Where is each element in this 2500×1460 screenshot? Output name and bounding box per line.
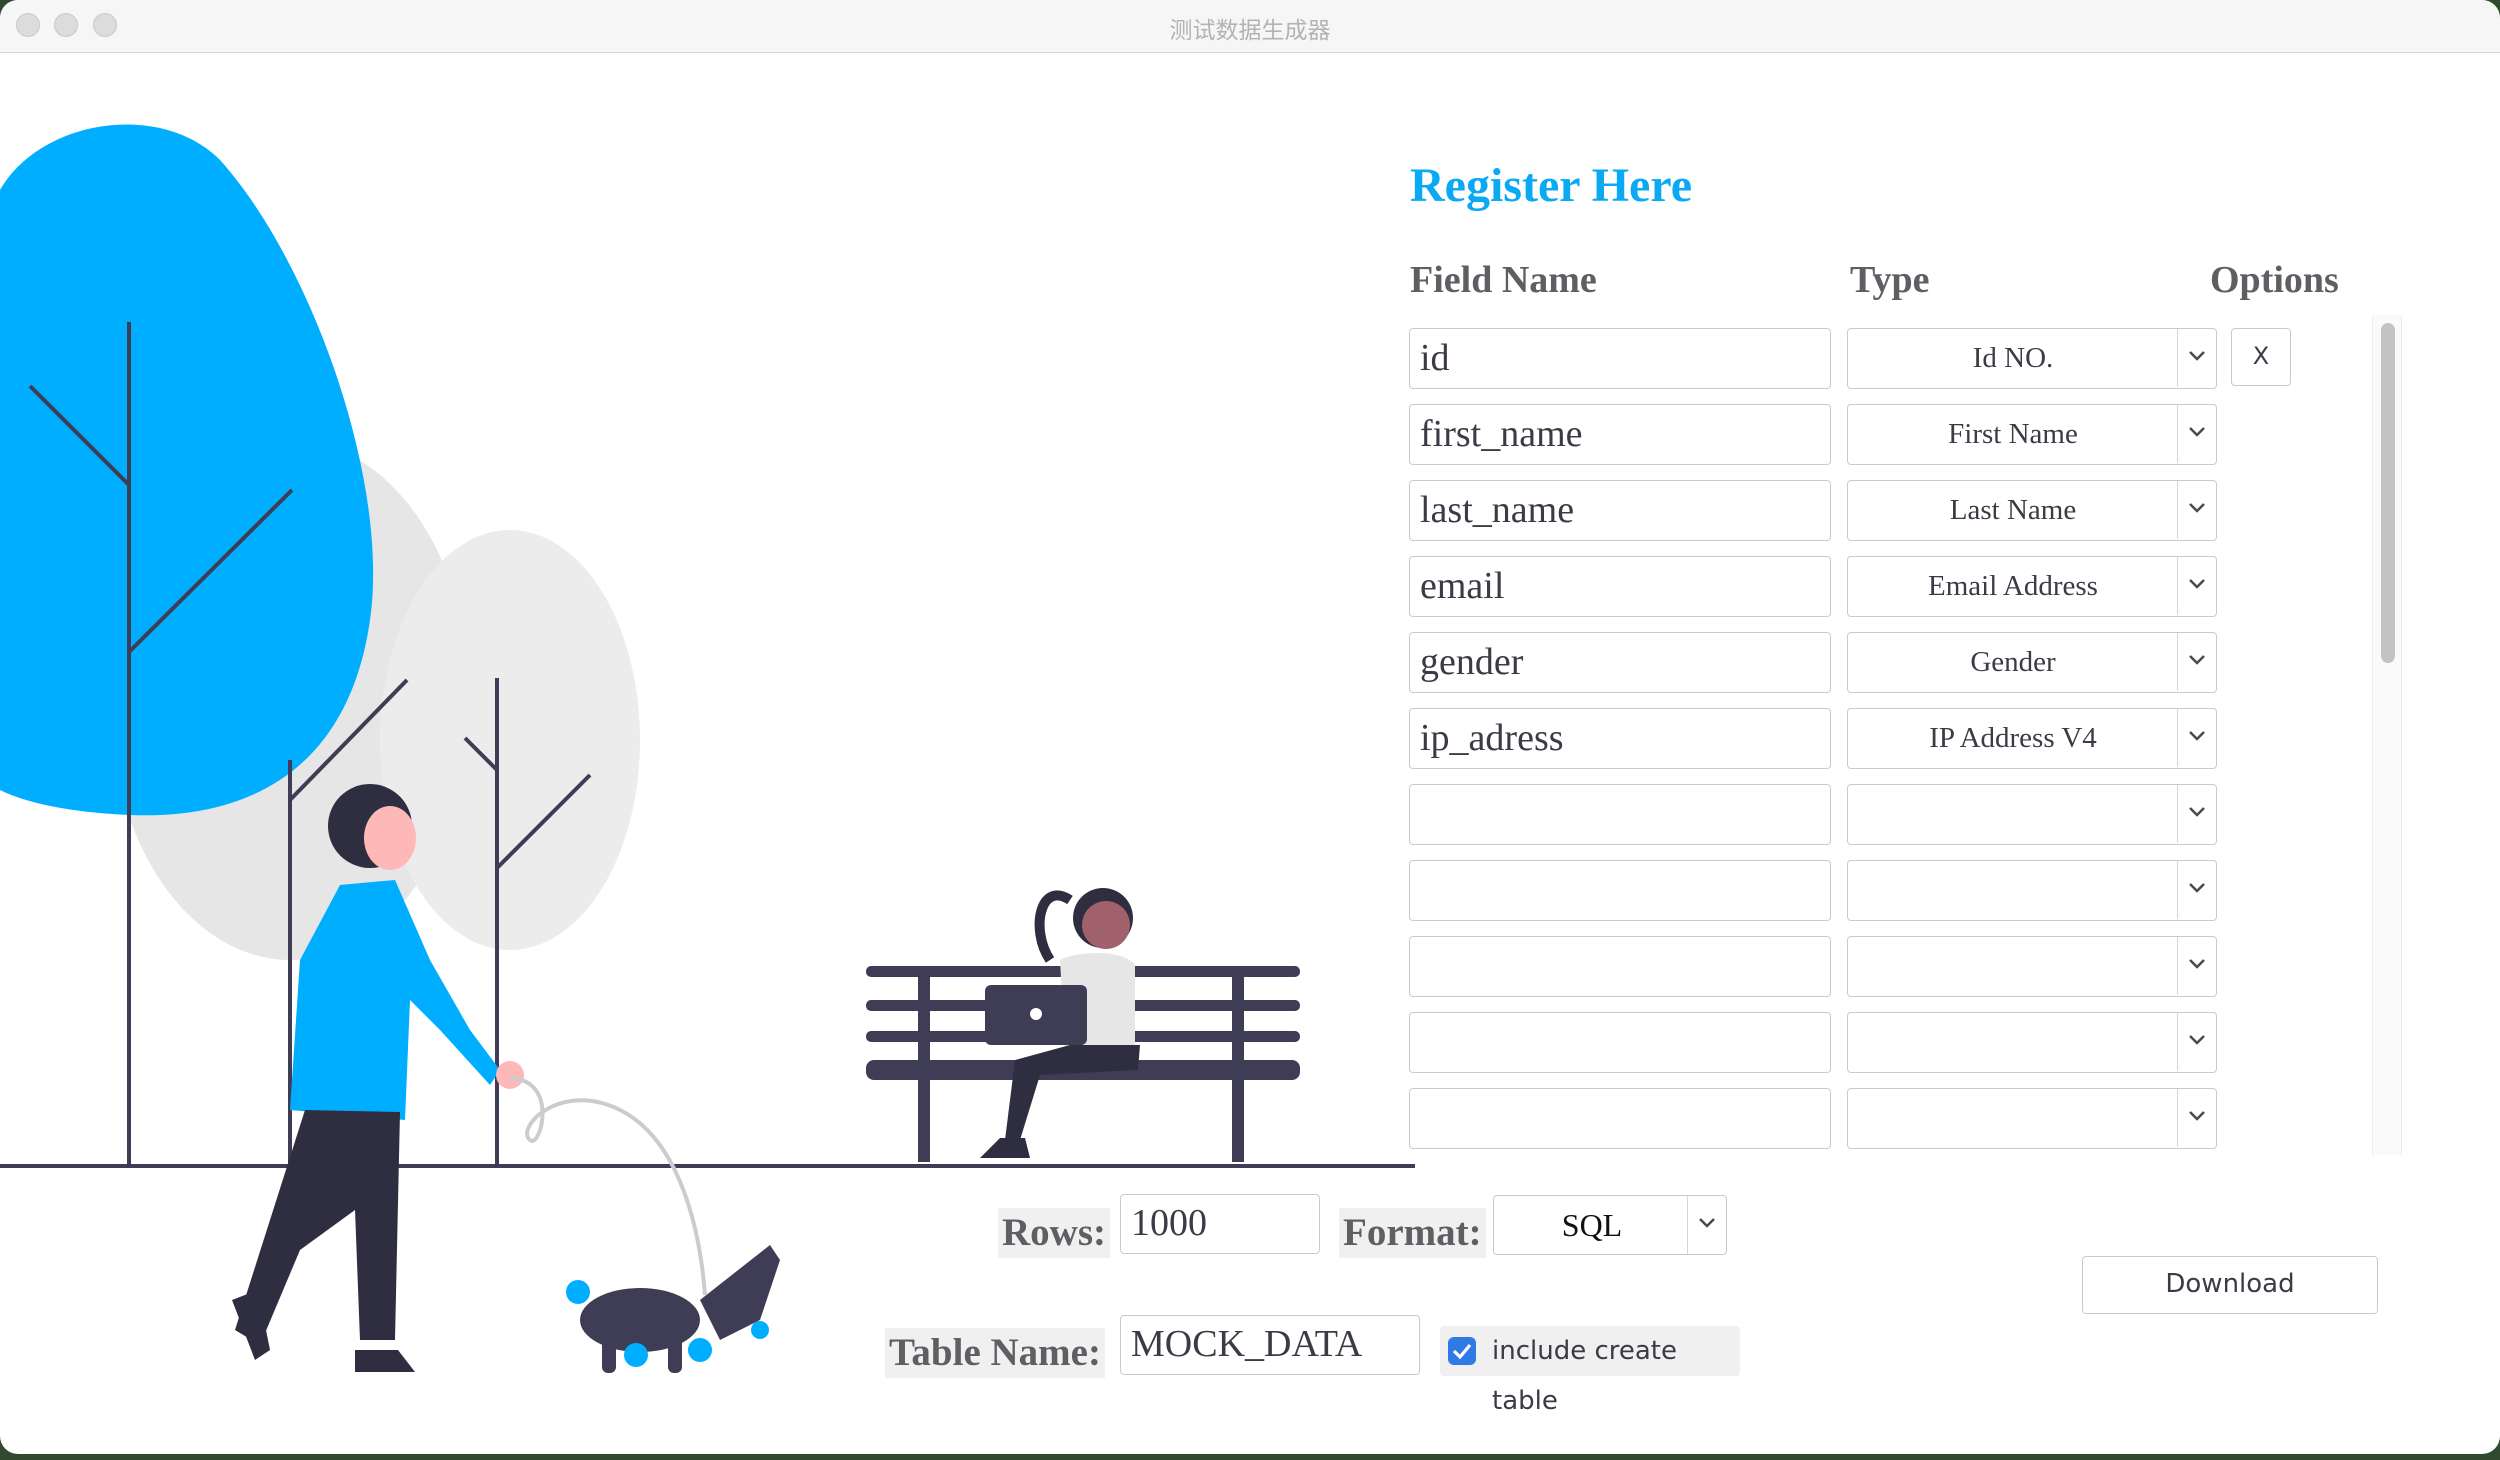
type-select-value: IP Address V4 [1929,722,2097,754]
scrollbar-thumb[interactable] [2381,323,2395,663]
title-bar: 测试数据生成器 [0,0,2500,53]
include-create-table-option[interactable]: include create table [1440,1326,1740,1416]
field-row: email Email Address [1409,556,2329,618]
type-select[interactable]: IP Address V4 [1847,708,2217,769]
type-select[interactable] [1847,860,2217,921]
type-select-value: Gender [1970,646,2056,678]
type-select[interactable] [1847,1088,2217,1149]
field-row: first_name First Name [1409,404,2329,466]
chevron-down-icon [1687,1196,1726,1254]
chevron-down-icon [2177,861,2216,919]
field-row [1409,1012,2329,1074]
table-name-input[interactable]: MOCK_DATA [1120,1315,1420,1375]
field-name-input[interactable]: email [1409,556,1831,617]
chevron-down-icon [2177,709,2216,767]
app-window: 测试数据生成器 Register Here Field Name Type Op… [0,0,2500,1454]
tree-foliage-blue [0,124,374,816]
field-name-input[interactable] [1409,784,1831,845]
field-name-input[interactable] [1409,1088,1831,1149]
type-select[interactable]: First Name [1847,404,2217,465]
field-name-input[interactable]: last_name [1409,480,1831,541]
chevron-down-icon [2177,937,2216,995]
chevron-down-icon [2177,633,2216,691]
format-select-value: SQL [1561,1207,1623,1243]
field-name-input[interactable] [1409,1012,1831,1073]
format-select[interactable]: SQL [1493,1195,1727,1255]
chevron-down-icon [2177,1089,2216,1147]
type-select-value: Id NO. [1972,342,2054,374]
sitting-person [980,888,1140,1158]
type-select-value: Email Address [1928,570,2098,602]
type-select[interactable] [1847,1012,2217,1073]
chevron-down-icon [2177,481,2216,539]
remove-row-button[interactable]: X [2231,328,2291,386]
type-select[interactable] [1847,784,2217,845]
type-select[interactable]: Id NO. [1847,328,2217,389]
window-title: 测试数据生成器 [1169,18,1331,44]
field-name-input[interactable]: ip_adress [1409,708,1831,769]
include-create-table-checkbox[interactable] [1448,1337,1476,1365]
type-select[interactable]: Gender [1847,632,2217,693]
field-name-column-header: Field Name [1410,259,1597,301]
park-illustration [0,124,1415,1373]
field-row: last_name Last Name [1409,480,2329,542]
format-label: Format: [1339,1208,1486,1258]
field-name-input[interactable]: gender [1409,632,1831,693]
rows-label: Rows: [998,1208,1110,1258]
field-row: id Id NO. X [1409,328,2329,390]
field-row [1409,936,2329,998]
type-select-value: Last Name [1949,494,2077,526]
type-select[interactable] [1847,936,2217,997]
download-button[interactable]: Download [2082,1256,2378,1314]
field-name-input[interactable]: first_name [1409,404,1831,465]
field-row: gender Gender [1409,632,2329,694]
field-name-input[interactable] [1409,860,1831,921]
type-select-value: First Name [1948,418,2078,450]
chevron-down-icon [2177,557,2216,615]
table-name-label: Table Name: [885,1328,1105,1378]
include-create-table-label: include create table [1492,1336,1677,1416]
chevron-down-icon [2177,329,2216,387]
register-heading: Register Here [1410,159,1693,212]
checkmark-icon [1452,1343,1472,1360]
options-column-header: Options [2210,259,2339,301]
field-name-input[interactable]: id [1409,328,1831,389]
type-column-header: Type [1850,259,1930,301]
type-select[interactable]: Last Name [1847,480,2217,541]
type-select[interactable]: Email Address [1847,556,2217,617]
fields-scrollbar[interactable] [2372,315,2402,1155]
chevron-down-icon [2177,405,2216,463]
field-row: ip_adress IP Address V4 [1409,708,2329,770]
field-row [1409,860,2329,922]
field-row [1409,1088,2329,1150]
field-row [1409,784,2329,846]
dog [566,1245,780,1373]
tree-foliage-grey-small [380,530,640,950]
chevron-down-icon [2177,785,2216,843]
rows-input[interactable]: 1000 [1120,1194,1320,1254]
field-name-input[interactable] [1409,936,1831,997]
leash [509,1076,707,1296]
chevron-down-icon [2177,1013,2216,1071]
